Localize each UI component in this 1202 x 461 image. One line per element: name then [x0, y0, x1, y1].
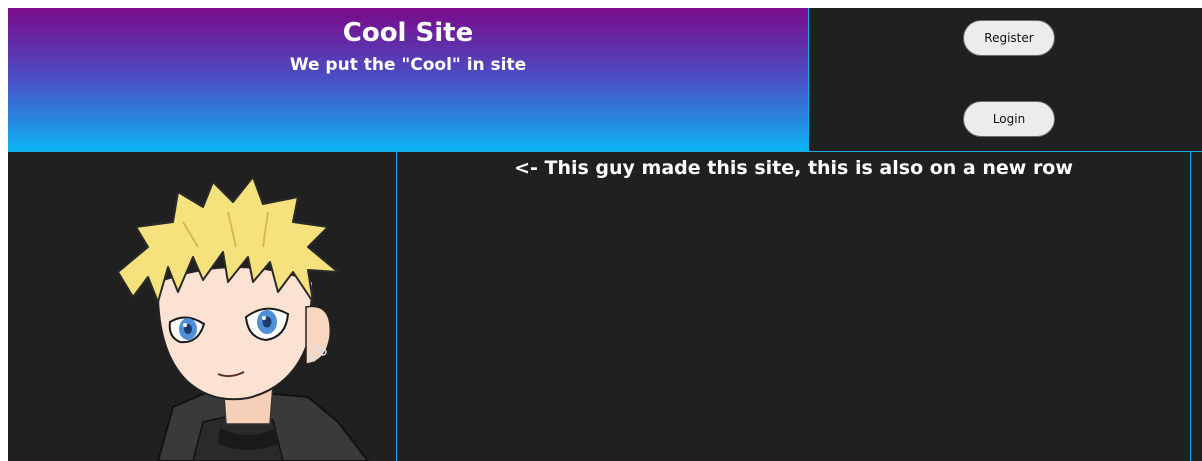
site-header: Cool Site We put the "Cool" in site: [8, 8, 808, 151]
row-note-text: <- This guy made this site, this is also…: [514, 157, 1073, 179]
login-button[interactable]: Login: [963, 101, 1055, 137]
register-button[interactable]: Register: [963, 20, 1055, 56]
site-title: Cool Site: [342, 18, 474, 48]
site-subtitle: We put the "Cool" in site: [289, 55, 527, 75]
content-panel: <- This guy made this site, this is also…: [396, 152, 1191, 461]
right-edge-column: [1191, 152, 1202, 461]
author-panel: [8, 152, 396, 461]
author-avatar-illustration: [117, 176, 370, 461]
auth-panel: Register Login: [808, 8, 1202, 151]
page: Cool Site We put the "Cool" in site Regi…: [0, 0, 1202, 461]
